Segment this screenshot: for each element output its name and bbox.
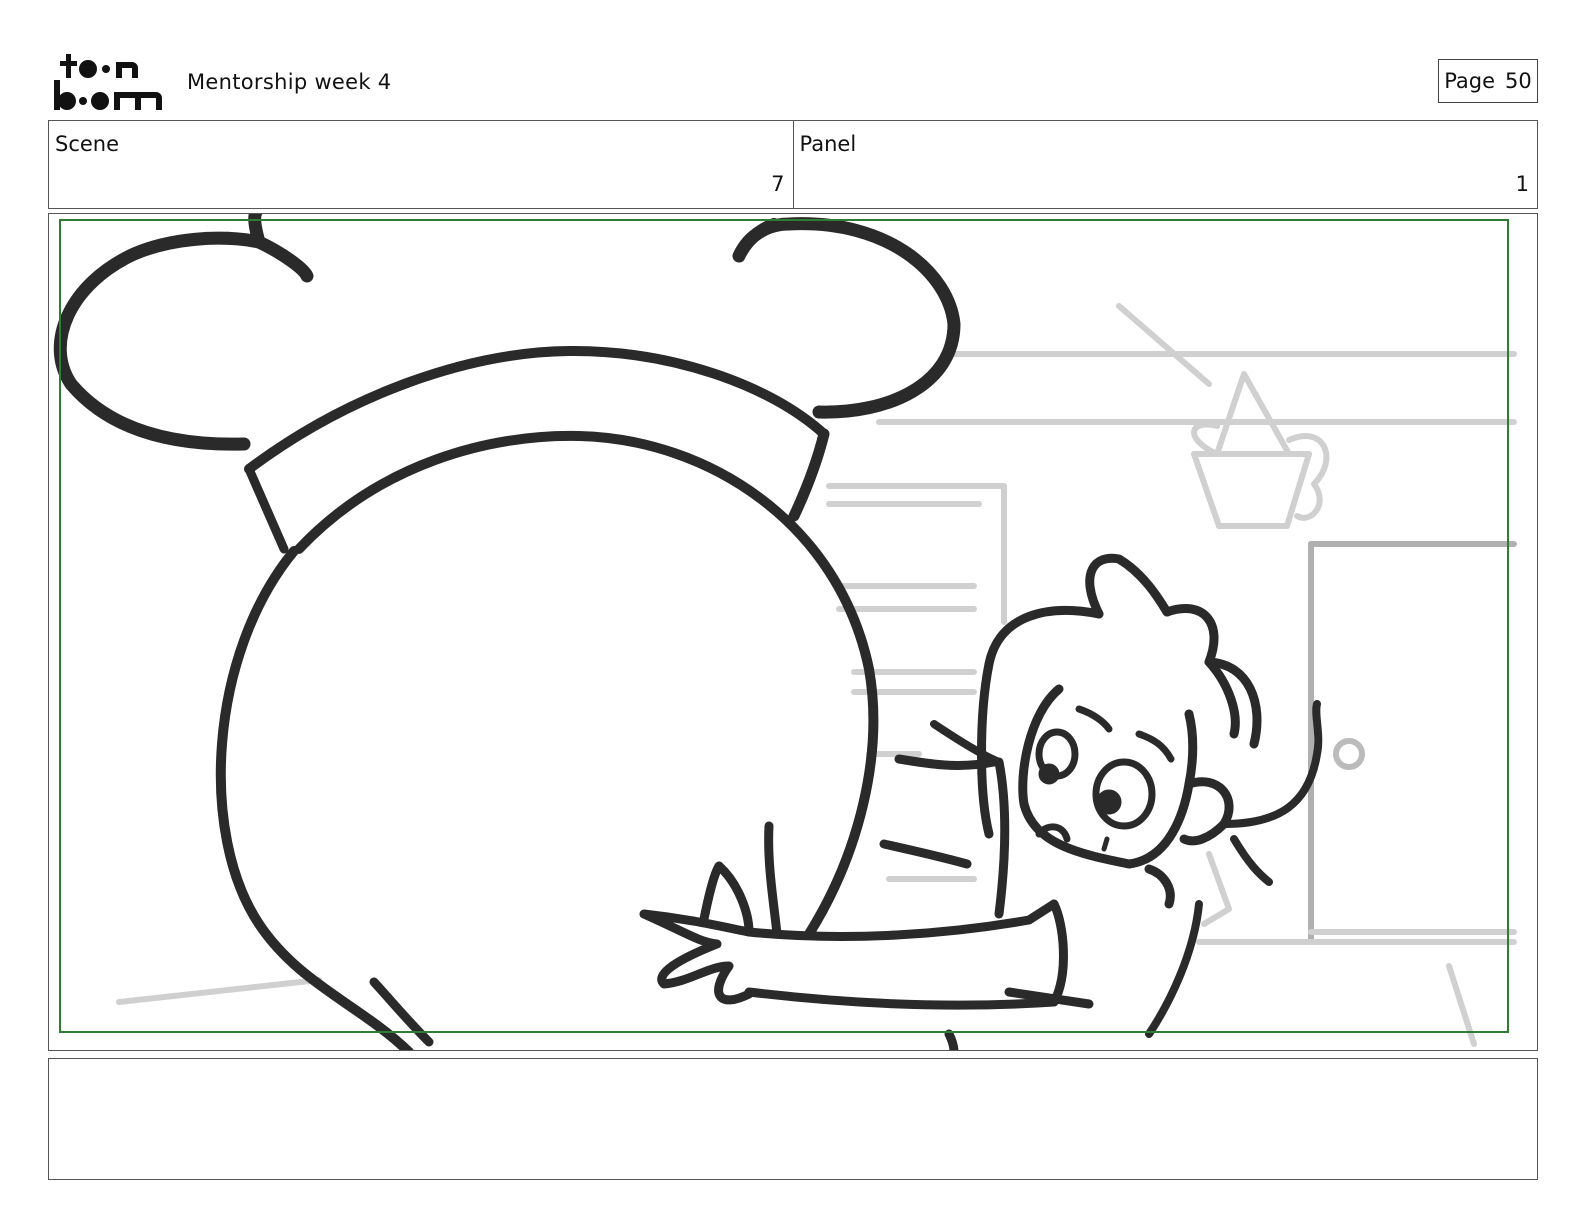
character-drawing bbox=[53, 214, 1323, 1050]
storyboard-panel[interactable] bbox=[48, 213, 1538, 1051]
scene-number: 7 bbox=[771, 172, 785, 196]
project-title: Mentorship week 4 bbox=[187, 70, 392, 94]
safe-frame bbox=[59, 219, 1509, 1033]
panel-cell: Panel 1 bbox=[792, 121, 1538, 208]
toon-boom-logo bbox=[54, 54, 162, 110]
page-indicator: Page 50 bbox=[1438, 59, 1538, 103]
notes-area[interactable] bbox=[48, 1058, 1538, 1180]
scene-label: Scene bbox=[55, 132, 120, 156]
page-number: 50 bbox=[1505, 69, 1532, 93]
panel-drawing bbox=[53, 214, 1517, 1050]
page-label: Page bbox=[1444, 69, 1496, 93]
panel-label: Panel bbox=[799, 132, 857, 156]
scene-panel-info: Scene 7 Panel 1 bbox=[48, 120, 1538, 209]
scene-cell: Scene 7 bbox=[49, 121, 793, 208]
panel-number: 1 bbox=[1515, 172, 1529, 196]
